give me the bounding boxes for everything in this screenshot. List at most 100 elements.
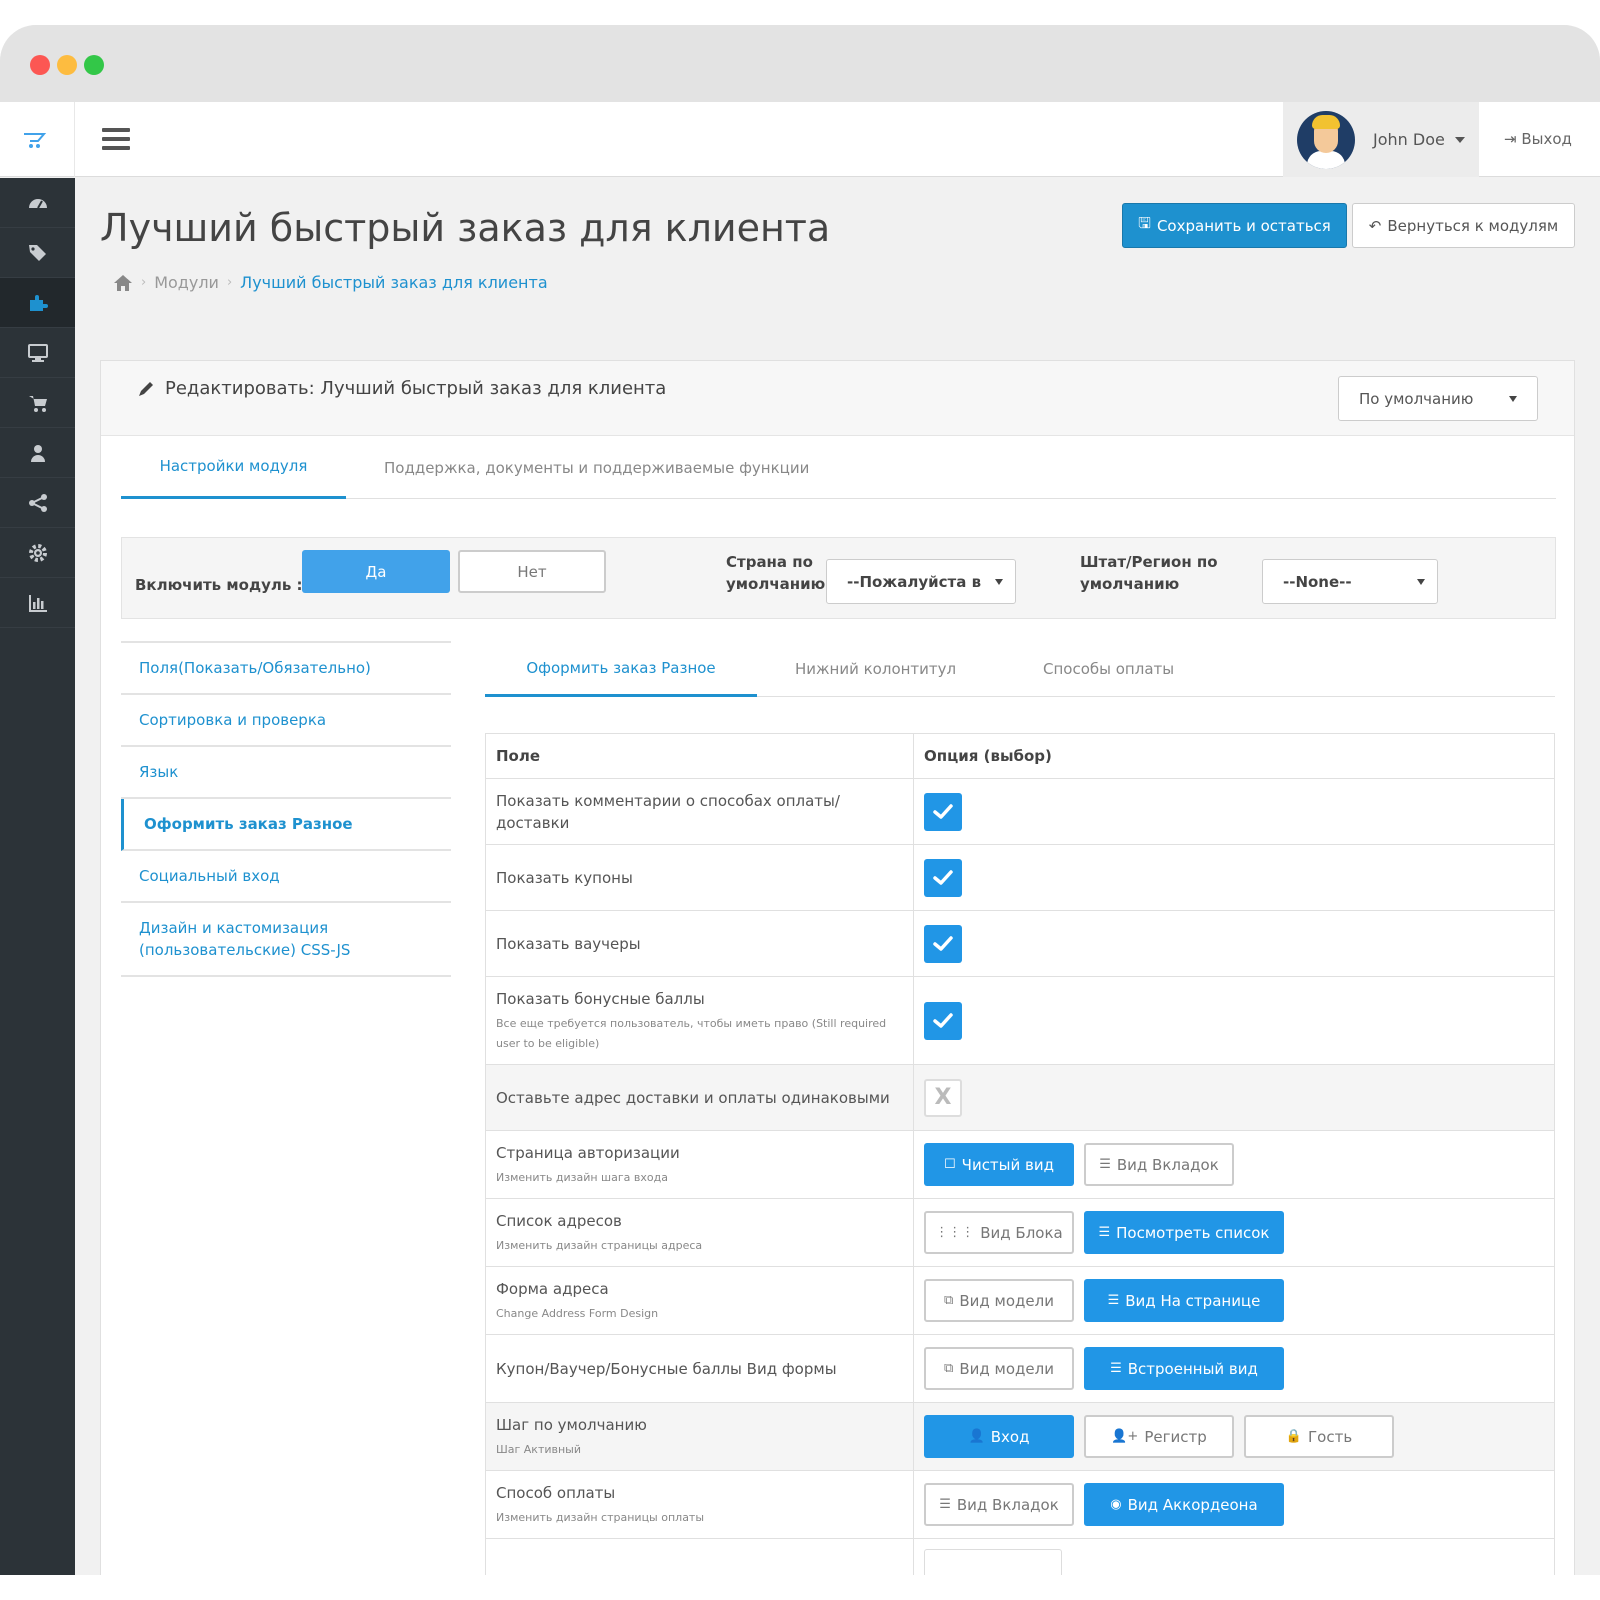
- leftnav-item-checkout-misc[interactable]: Оформить заказ Разное: [121, 799, 451, 851]
- save-and-stay-button[interactable]: 🖫 Сохранить и остаться: [1122, 203, 1347, 248]
- row-hint: Change Address Form Design: [496, 1306, 659, 1320]
- table-body: Показать комментарии о способах оплаты/ …: [486, 779, 1554, 1575]
- puzzle-icon: [29, 294, 48, 311]
- option-button[interactable]: ⋮⋮⋮ Вид Блока: [924, 1211, 1074, 1254]
- sidebar-item-sales[interactable]: [0, 378, 75, 428]
- tab-payment-methods[interactable]: Способы оплаты: [1043, 641, 1174, 697]
- option-label: Вид модели: [959, 1291, 1054, 1310]
- row-label: Купон/Ваучер/Бонусные баллы Вид формы: [496, 1359, 837, 1378]
- leftnav-item-design-css-js[interactable]: Дизайн и кастомизация (пользовательские)…: [121, 903, 451, 977]
- option-button[interactable]: ⧉ Вид модели: [924, 1279, 1074, 1322]
- row-hint: Изменить дизайн шага входа: [496, 1170, 668, 1184]
- sidebar: [0, 178, 75, 1575]
- checkbox[interactable]: X: [924, 1078, 962, 1117]
- option-label: Гость: [1308, 1427, 1353, 1446]
- table-row: Показать купоны: [486, 845, 1554, 911]
- option-label: Регистр: [1144, 1427, 1207, 1446]
- leftnav-item-language[interactable]: Язык: [121, 747, 451, 799]
- tab-module-settings[interactable]: Настройки модуля: [121, 436, 346, 499]
- option-button[interactable]: ☰ Посмотреть список: [1084, 1211, 1284, 1254]
- breadcrumb-modules[interactable]: Модули: [154, 273, 219, 292]
- circle-dot-icon: ◉: [1110, 1497, 1122, 1512]
- monitor-icon: [27, 343, 48, 362]
- option-label: Вид На странице: [1125, 1291, 1261, 1310]
- row-field-cell: Оставьте адрес доставки и оплаты одинако…: [486, 1065, 914, 1130]
- minimize-window-dot[interactable]: [57, 55, 77, 75]
- leftnav-item-fields[interactable]: Поля(Показать/Обязательно): [121, 641, 451, 695]
- default-region-label-line2: умолчанию: [1080, 575, 1180, 593]
- maximize-window-dot[interactable]: [84, 55, 104, 75]
- row-hint: Изменить дизайн страницы оплаты: [496, 1510, 705, 1524]
- leftnav-item-sorting[interactable]: Сортировка и проверка: [121, 695, 451, 747]
- option-button[interactable]: 👤+ Регистр: [1084, 1415, 1234, 1458]
- row-label: Показать купоны: [496, 868, 633, 887]
- back-to-modules-label: Вернуться к модулям: [1387, 216, 1559, 235]
- leftnav-item-social-login[interactable]: Социальный вход: [121, 851, 451, 903]
- option-button[interactable]: ☰ Вид На странице: [1084, 1279, 1284, 1322]
- table-row: Список адресов Изменить дизайн страницы а…: [486, 1199, 1554, 1267]
- checkbox[interactable]: [924, 1001, 962, 1040]
- row-option-cell: ☰ Вид Вкладок ◉ Вид Аккордеона: [914, 1471, 1554, 1538]
- default-region-select[interactable]: --None--: [1262, 559, 1438, 604]
- row-field-cell: Показать комментарии о способах оплаты/ …: [486, 779, 914, 844]
- logout-label: Выход: [1521, 130, 1572, 148]
- enable-yes-button[interactable]: Да: [302, 550, 450, 593]
- bar-chart-icon: [28, 594, 47, 612]
- checkbox[interactable]: [924, 924, 962, 963]
- default-region-label-line1: Штат/Регион по: [1080, 553, 1218, 571]
- sidebar-item-extensions[interactable]: [0, 278, 75, 328]
- column-header-option: Опция (выбор): [924, 747, 1052, 765]
- option-button[interactable]: ☐ Чистый вид: [924, 1143, 1074, 1186]
- dashboard-icon: [28, 198, 47, 208]
- home-icon[interactable]: [113, 274, 133, 292]
- sidebar-item-design[interactable]: [0, 328, 75, 378]
- sidebar-item-system[interactable]: [0, 528, 75, 578]
- option-button[interactable]: 👤 Вход: [924, 1415, 1074, 1458]
- sidebar-item-customers[interactable]: [0, 428, 75, 478]
- checkbox[interactable]: [924, 792, 962, 831]
- breadcrumb: › Модули › Лучший быстрый заказ для клие…: [113, 273, 548, 292]
- checkbox[interactable]: [924, 858, 962, 897]
- back-to-modules-button[interactable]: ↶ Вернуться к модулям: [1352, 203, 1575, 248]
- row-hint: Все еще требуется пользователь, чтобы им…: [496, 1016, 887, 1050]
- sidebar-item-reports[interactable]: [0, 578, 75, 628]
- close-window-dot[interactable]: [30, 55, 50, 75]
- option-button[interactable]: ⧉ Вид модели: [924, 1347, 1074, 1390]
- option-button[interactable]: ◉ Вид Аккордеона: [1084, 1483, 1284, 1526]
- options-table: Поле Опция (выбор) Показать комментарии …: [485, 733, 1555, 1575]
- table-row: Оставьте адрес доставки и оплаты одинако…: [486, 1065, 1554, 1131]
- sidebar-item-catalog[interactable]: [0, 228, 75, 278]
- tab-support-docs[interactable]: Поддержка, документы и поддерживаемые фу…: [384, 436, 809, 499]
- default-country-label: Страна по умолчанию: [726, 551, 825, 595]
- text-input[interactable]: [924, 1549, 1062, 1575]
- cart-icon: [28, 395, 47, 412]
- logout-link[interactable]: ⇥ Выход: [1504, 130, 1572, 148]
- row-field-cell: Купон/Ваучер/Бонусные баллы Вид формы: [486, 1335, 914, 1402]
- enable-module-label: Включить модуль :: [135, 576, 303, 594]
- store-select[interactable]: По умолчанию: [1338, 376, 1538, 421]
- list-icon: ☰: [1110, 1361, 1122, 1376]
- user-menu[interactable]: John Doe: [1283, 102, 1479, 177]
- tags-icon: [28, 244, 46, 261]
- option-label: Вид модели: [959, 1359, 1054, 1378]
- tab-footer[interactable]: Нижний колонтитул: [795, 641, 956, 697]
- breadcrumb-current[interactable]: Лучший быстрый заказ для клиента: [240, 273, 547, 292]
- default-country-select[interactable]: --Пожалуйста в: [826, 559, 1016, 604]
- tab-checkout-misc[interactable]: Оформить заказ Разное: [485, 641, 757, 697]
- enable-no-button[interactable]: Нет: [458, 550, 606, 593]
- default-country-label-line1: Страна по: [726, 553, 813, 571]
- option-button[interactable]: ☰ Вид Вкладок: [924, 1483, 1074, 1526]
- table-row: Показать бонусные баллы Все еще требуется…: [486, 977, 1554, 1065]
- top-navbar: John Doe ⇥ Выход: [0, 102, 1600, 177]
- cart-logo-icon[interactable]: [0, 102, 75, 177]
- option-button[interactable]: ☰ Встроенный вид: [1084, 1347, 1284, 1390]
- option-button[interactable]: 🔒 Гость: [1244, 1415, 1394, 1458]
- row-label: Форма адреса: [496, 1279, 609, 1298]
- row-option-cell: ⧉ Вид модели ☰ Встроенный вид: [914, 1335, 1554, 1402]
- sidebar-item-dashboard[interactable]: [0, 178, 75, 228]
- option-button[interactable]: ☰ Вид Вкладок: [1084, 1143, 1234, 1186]
- grid-icon: ⋮⋮⋮: [935, 1225, 975, 1240]
- checkmark-icon: [933, 869, 953, 885]
- sidebar-item-marketing[interactable]: [0, 478, 75, 528]
- menu-toggle-icon[interactable]: [102, 128, 130, 150]
